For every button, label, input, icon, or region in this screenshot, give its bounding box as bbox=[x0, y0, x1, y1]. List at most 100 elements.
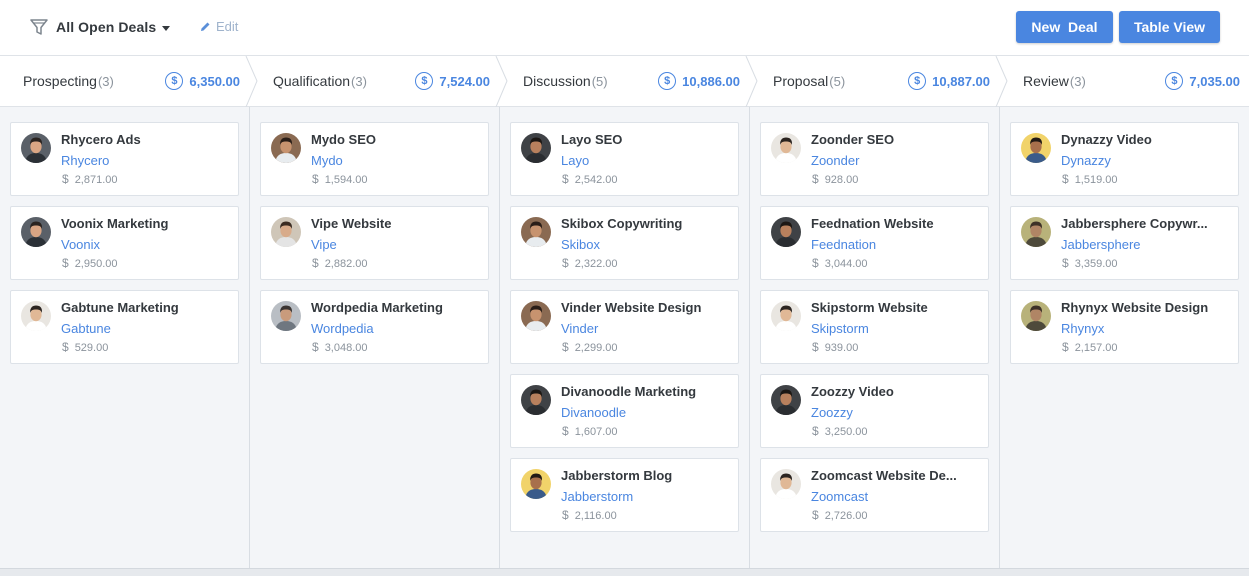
currency-symbol: $ bbox=[62, 340, 69, 354]
deal-title[interactable]: Rhycero Ads bbox=[61, 132, 231, 147]
deal-amount: 2,882.00 bbox=[324, 258, 368, 270]
deal-title[interactable]: Dynazzy Video bbox=[1061, 132, 1231, 147]
deal-title[interactable]: Gabtune Marketing bbox=[61, 300, 231, 315]
currency-symbol: $ bbox=[562, 172, 569, 186]
deal-card[interactable]: Layo SEO Layo $2,542.00 bbox=[510, 122, 739, 196]
deal-card[interactable]: Jabberstorm Blog Jabberstorm $2,116.00 bbox=[510, 458, 739, 532]
deal-card[interactable]: Zoozzy Video Zoozzy $3,250.00 bbox=[760, 374, 989, 448]
deal-organization-link[interactable]: Wordpedia bbox=[311, 321, 374, 336]
table-view-button[interactable]: Table View bbox=[1119, 11, 1220, 43]
deal-card[interactable]: Zoomcast Website De... Zoomcast $2,726.00 bbox=[760, 458, 989, 532]
horizontal-scrollbar[interactable] bbox=[0, 568, 1249, 576]
deal-organization-link[interactable]: Zoozzy bbox=[811, 405, 853, 420]
deal-organization-link[interactable]: Vinder bbox=[561, 321, 598, 336]
currency-symbol: $ bbox=[812, 256, 819, 270]
dollar-circle-icon: $ bbox=[415, 72, 434, 90]
deal-title[interactable]: Layo SEO bbox=[561, 132, 731, 147]
deal-value: $3,359.00 bbox=[1062, 256, 1118, 270]
deal-organization-link[interactable]: Mydo bbox=[311, 153, 343, 168]
column-divider bbox=[999, 107, 1000, 569]
pipeline-stage-bar: Prospecting(3) $6,350.00 Qualification(3… bbox=[0, 56, 1249, 107]
deal-card[interactable]: Vinder Website Design Vinder $2,299.00 bbox=[510, 290, 739, 364]
deal-title[interactable]: Skipstorm Website bbox=[811, 300, 981, 315]
dollar-circle-icon: $ bbox=[908, 72, 927, 90]
stage-name: Qualification(3) bbox=[273, 73, 367, 89]
new-deal-button[interactable]: New Deal bbox=[1016, 11, 1113, 43]
currency-symbol: $ bbox=[312, 256, 319, 270]
deal-card[interactable]: Jabbersphere Copywr... Jabbersphere $3,359… bbox=[1010, 206, 1239, 280]
deal-title[interactable]: Wordpedia Marketing bbox=[311, 300, 481, 315]
deal-organization-link[interactable]: Rhynyx bbox=[1061, 321, 1104, 336]
edit-label: Edit bbox=[216, 18, 239, 34]
dollar-circle-icon: $ bbox=[658, 72, 677, 90]
deal-card[interactable]: Wordpedia Marketing Wordpedia $3,048.00 bbox=[260, 290, 489, 364]
deal-amount: 2,299.00 bbox=[574, 342, 618, 354]
deal-organization-link[interactable]: Zoomcast bbox=[811, 489, 868, 504]
column-divider bbox=[499, 107, 500, 569]
deal-title[interactable]: Vipe Website bbox=[311, 216, 481, 231]
deal-title[interactable]: Jabbersphere Copywr... bbox=[1061, 216, 1231, 231]
deal-title[interactable]: Zoomcast Website De... bbox=[811, 468, 981, 483]
currency-symbol: $ bbox=[62, 256, 69, 270]
edit-filter-link[interactable]: Edit bbox=[200, 17, 238, 35]
deal-amount: 3,044.00 bbox=[824, 258, 868, 270]
deal-organization-link[interactable]: Layo bbox=[561, 153, 589, 168]
deal-title[interactable]: Zoonder SEO bbox=[811, 132, 981, 147]
deal-card[interactable]: Skipstorm Website Skipstorm $939.00 bbox=[760, 290, 989, 364]
currency-symbol: $ bbox=[812, 340, 819, 354]
deal-organization-link[interactable]: Voonix bbox=[61, 237, 100, 252]
filter-label: All Open Deals bbox=[56, 19, 157, 35]
deal-amount: 2,542.00 bbox=[574, 174, 618, 186]
deal-organization-link[interactable]: Jabberstorm bbox=[561, 489, 633, 504]
deal-organization-link[interactable]: Divanoodle bbox=[561, 405, 626, 420]
deal-title[interactable]: Vinder Website Design bbox=[561, 300, 731, 315]
deal-organization-link[interactable]: Jabbersphere bbox=[1061, 237, 1141, 252]
stage-total: $7,035.00 bbox=[1165, 72, 1240, 90]
deal-title[interactable]: Divanoodle Marketing bbox=[561, 384, 731, 399]
avatar bbox=[271, 301, 301, 331]
deal-organization-link[interactable]: Zoonder bbox=[811, 153, 859, 168]
avatar bbox=[771, 217, 801, 247]
deal-card[interactable]: Mydo SEO Mydo $1,594.00 bbox=[260, 122, 489, 196]
deal-amount: 928.00 bbox=[824, 174, 859, 186]
stage-total: $10,887.00 bbox=[908, 72, 990, 90]
deal-card[interactable]: Zoonder SEO Zoonder $928.00 bbox=[760, 122, 989, 196]
deal-organization-link[interactable]: Feednation bbox=[811, 237, 876, 252]
deal-organization-link[interactable]: Skipstorm bbox=[811, 321, 869, 336]
avatar bbox=[1021, 133, 1051, 163]
deal-title[interactable]: Feednation Website bbox=[811, 216, 981, 231]
deal-card[interactable]: Divanoodle Marketing Divanoodle $1,607.00 bbox=[510, 374, 739, 448]
filter-icon bbox=[30, 19, 48, 35]
stage-count: (3) bbox=[1069, 74, 1086, 89]
deal-card[interactable]: Rhycero Ads Rhycero $2,871.00 bbox=[10, 122, 239, 196]
deal-card[interactable]: Rhynyx Website Design Rhynyx $2,157.00 bbox=[1010, 290, 1239, 364]
deal-card[interactable]: Dynazzy Video Dynazzy $1,519.00 bbox=[1010, 122, 1239, 196]
deal-amount: 1,607.00 bbox=[574, 426, 618, 438]
deal-title[interactable]: Jabberstorm Blog bbox=[561, 468, 731, 483]
deal-card[interactable]: Voonix Marketing Voonix $2,950.00 bbox=[10, 206, 239, 280]
stage-count: (5) bbox=[591, 74, 608, 89]
deal-organization-link[interactable]: Skibox bbox=[561, 237, 600, 252]
stage-total: $7,524.00 bbox=[415, 72, 490, 90]
avatar bbox=[21, 217, 51, 247]
deal-title[interactable]: Skibox Copywriting bbox=[561, 216, 731, 231]
deal-organization-link[interactable]: Gabtune bbox=[61, 321, 111, 336]
deal-organization-link[interactable]: Rhycero bbox=[61, 153, 109, 168]
avatar bbox=[771, 301, 801, 331]
avatar bbox=[521, 469, 551, 499]
deal-value: $2,157.00 bbox=[1062, 340, 1118, 354]
stage-total: $6,350.00 bbox=[165, 72, 240, 90]
deal-card[interactable]: Skibox Copywriting Skibox $2,322.00 bbox=[510, 206, 739, 280]
deal-value: $529.00 bbox=[62, 340, 108, 354]
deal-card[interactable]: Gabtune Marketing Gabtune $529.00 bbox=[10, 290, 239, 364]
deal-title[interactable]: Zoozzy Video bbox=[811, 384, 981, 399]
deal-organization-link[interactable]: Dynazzy bbox=[1061, 153, 1111, 168]
deal-title[interactable]: Voonix Marketing bbox=[61, 216, 231, 231]
deal-card[interactable]: Vipe Website Vipe $2,882.00 bbox=[260, 206, 489, 280]
deal-title[interactable]: Rhynyx Website Design bbox=[1061, 300, 1231, 315]
deal-organization-link[interactable]: Vipe bbox=[311, 237, 337, 252]
deal-filter-dropdown[interactable]: All Open Deals bbox=[30, 16, 171, 38]
deal-card[interactable]: Feednation Website Feednation $3,044.00 bbox=[760, 206, 989, 280]
deal-title[interactable]: Mydo SEO bbox=[311, 132, 481, 147]
avatar bbox=[271, 133, 301, 163]
